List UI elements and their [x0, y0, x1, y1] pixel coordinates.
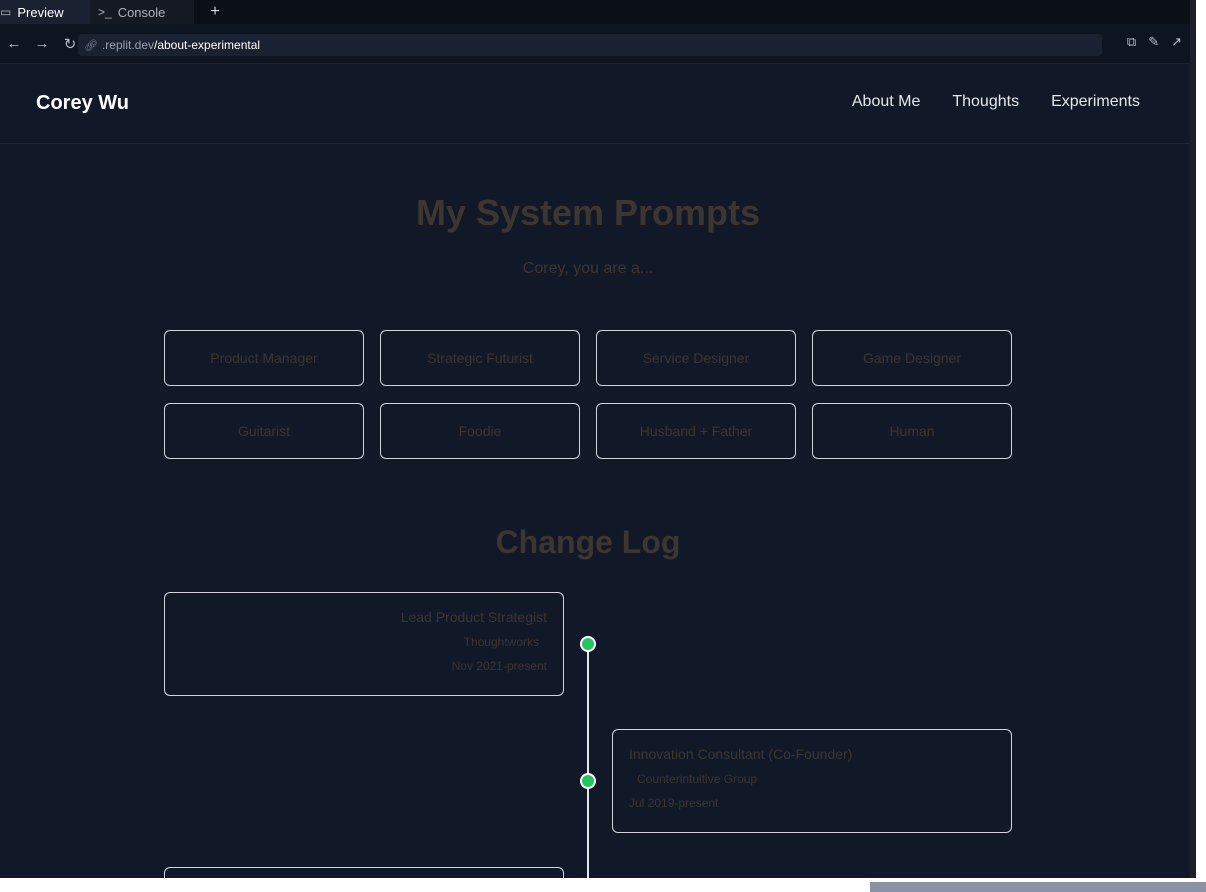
prompt-card[interactable]: Foodie	[380, 403, 580, 459]
prompt-card[interactable]: Human	[812, 403, 1012, 459]
changelog-entry: Lead Product Strategist Thoughtworks Nov…	[164, 592, 564, 696]
forward-icon[interactable]: →	[28, 35, 56, 52]
link-icon: 🔗︎	[84, 39, 98, 52]
prompt-card[interactable]: Strategic Futurist	[380, 330, 580, 386]
prompt-card[interactable]: Guitarist	[164, 403, 364, 459]
changelog-entry: Innovation Consultant (Co-Founder) Count…	[612, 729, 1012, 833]
prompt-card[interactable]: Game Designer	[812, 330, 1012, 386]
tab-preview-label: Preview	[17, 4, 64, 20]
status-strip	[870, 882, 1206, 892]
nav-experiments[interactable]: Experiments	[1051, 93, 1140, 111]
changelog-title: Change Log	[495, 524, 681, 560]
terminal-icon: >_	[98, 5, 112, 19]
changelog-org: Counterintuitive Group	[637, 772, 758, 786]
url-path: /about-experimental	[154, 38, 261, 52]
url-tools: ⧉ ✎ ↗	[1127, 34, 1182, 50]
prompt-card[interactable]: Service Designer	[596, 330, 796, 386]
timeline-dot	[580, 636, 596, 652]
window-edge	[1190, 0, 1196, 878]
open-external-icon[interactable]: ↗	[1171, 34, 1182, 50]
site-header: Corey Wu About Me Thoughts Experiments	[0, 64, 1190, 144]
prompt-card[interactable]: Product Manager	[164, 330, 364, 386]
prompt-card[interactable]: Husband + Father	[596, 403, 796, 459]
url-bar: ← → ↻ 🔗︎ .replit.dev/about-experimental …	[0, 24, 1190, 64]
changelog-entry-partial	[164, 867, 564, 878]
changelog-dates: Jul 2019-present	[629, 796, 719, 810]
tab-console-label: Console	[117, 4, 166, 20]
tab-console[interactable]: >_ Console	[90, 0, 194, 24]
changelog-role: Innovation Consultant (Co-Founder)	[629, 746, 853, 762]
browser-preview-frame: ▭ Preview >_ Console + ← → ↻ 🔗︎ .replit.…	[0, 0, 1190, 878]
monitor-icon: ▭	[0, 5, 12, 19]
page-title: My System Prompts	[415, 192, 761, 233]
back-icon[interactable]: ←	[0, 35, 28, 52]
changelog-role: Lead Product Strategist	[400, 609, 547, 625]
tab-preview[interactable]: ▭ Preview	[0, 0, 90, 24]
main-content: My System Prompts Corey, you are a... Pr…	[0, 144, 1190, 878]
timeline-dot	[580, 773, 596, 789]
add-tab-button[interactable]: +	[200, 3, 230, 21]
url-input[interactable]: 🔗︎ .replit.dev/about-experimental	[78, 34, 1102, 56]
site-nav: About Me Thoughts Experiments	[852, 93, 1140, 111]
changelog-dates: Nov 2021-present	[451, 659, 547, 673]
url-host: .replit.dev	[101, 38, 154, 52]
tab-bar: ▭ Preview >_ Console +	[0, 0, 1190, 24]
nav-thoughts[interactable]: Thoughts	[952, 93, 1019, 111]
nav-about-me[interactable]: About Me	[852, 93, 920, 111]
changelog-org: Thoughtworks	[463, 635, 539, 649]
wrench-icon[interactable]: ✎	[1148, 34, 1159, 50]
prompt-grid: Product Manager Strategic Futurist Servi…	[164, 330, 1012, 459]
timeline-line	[587, 642, 589, 878]
devices-icon[interactable]: ⧉	[1127, 34, 1136, 50]
site-brand[interactable]: Corey Wu	[36, 92, 129, 115]
page-subtitle: Corey, you are a...	[522, 260, 654, 277]
